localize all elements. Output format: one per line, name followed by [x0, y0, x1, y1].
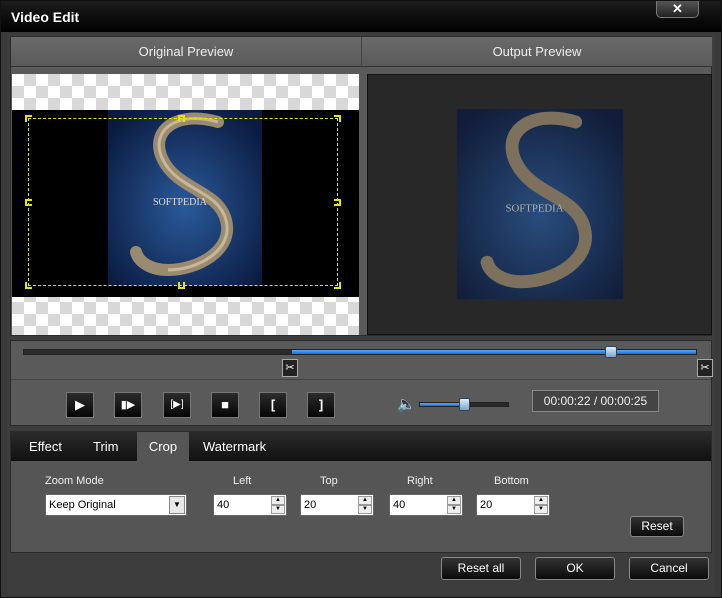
mark-out-button[interactable]: ]: [307, 392, 335, 418]
trim-end-scissors-icon[interactable]: ✂: [697, 359, 713, 377]
title-bar: Video Edit ✕: [1, 1, 721, 32]
right-crop-value: 40: [393, 499, 406, 511]
controls-divider: [11, 379, 711, 380]
right-label: Right: [407, 475, 433, 487]
reset-button[interactable]: Reset: [630, 516, 684, 537]
tab-trim[interactable]: Trim: [93, 432, 119, 461]
left-crop-field[interactable]: 40 ▲ ▼: [213, 494, 287, 516]
crop-handle-top-mid[interactable]: [178, 115, 185, 122]
zoom-mode-value: Keep Original: [49, 499, 116, 511]
volume-level: [420, 403, 464, 406]
play-button[interactable]: ▶: [66, 392, 94, 418]
close-button[interactable]: ✕: [656, 1, 699, 18]
bottom-label: Bottom: [494, 475, 529, 487]
zoom-mode-select[interactable]: Keep Original ▼: [45, 494, 187, 516]
crop-handle-bottom-right[interactable]: [334, 282, 341, 289]
window-title: Video Edit: [11, 9, 80, 25]
crop-handle-top-right[interactable]: [334, 115, 341, 122]
right-crop-field[interactable]: 40 ▲ ▼: [389, 494, 463, 516]
preview-panel: Original Preview Output Preview SOFTPEDI…: [10, 36, 712, 336]
crop-selection-box[interactable]: [25, 115, 341, 289]
tab-effect[interactable]: Effect: [29, 432, 62, 461]
timeline-selection: [292, 350, 696, 354]
crop-handle-mid-right[interactable]: [334, 199, 341, 206]
crop-handle-top-left[interactable]: [25, 115, 32, 122]
playback-controls-panel: ✂ ✂ ▶ ▮▶ [▶] ■ [ ] 🔈 00:00:22 / 00:00:25: [10, 340, 713, 426]
crop-handle-mid-left[interactable]: [25, 199, 32, 206]
right-crop-stepper[interactable]: ▲ ▼: [447, 496, 461, 514]
edit-tabs-panel: Effect Trim Crop Watermark Zoom Mode Kee…: [10, 431, 712, 553]
top-crop-value: 20: [304, 499, 317, 511]
reset-all-button[interactable]: Reset all: [441, 557, 521, 580]
tab-crop[interactable]: Crop: [137, 432, 189, 461]
volume-icon[interactable]: 🔈: [397, 395, 416, 413]
mark-in-button[interactable]: [: [259, 392, 287, 418]
original-video-frame: SOFTPEDIA: [12, 110, 359, 297]
output-watermark-text: SOFTPEDIA: [505, 203, 563, 215]
top-crop-field[interactable]: 20 ▲ ▼: [300, 494, 374, 516]
bottom-crop-value: 20: [480, 499, 493, 511]
bottom-crop-stepper[interactable]: ▲ ▼: [534, 496, 548, 514]
original-preview-header: Original Preview: [11, 37, 362, 67]
timeline-slider[interactable]: [23, 346, 697, 358]
video-edit-window: Video Edit ✕ Original Preview Output Pre…: [0, 0, 722, 598]
output-preview-header: Output Preview: [362, 37, 712, 67]
bottom-crop-field[interactable]: 20 ▲ ▼: [476, 494, 550, 516]
chevron-down-icon[interactable]: ▼: [169, 496, 185, 514]
time-display: 00:00:22 / 00:00:25: [532, 390, 659, 412]
zoom-mode-label: Zoom Mode: [45, 475, 104, 487]
crop-handle-bottom-left[interactable]: [25, 282, 32, 289]
volume-thumb[interactable]: [459, 398, 470, 411]
left-crop-stepper[interactable]: ▲ ▼: [271, 496, 285, 514]
volume-slider[interactable]: [419, 398, 509, 411]
top-label: Top: [320, 475, 338, 487]
top-crop-stepper[interactable]: ▲ ▼: [358, 496, 372, 514]
crop-handle-bottom-mid[interactable]: [178, 282, 185, 289]
output-preview: SOFTPEDIA: [367, 74, 712, 335]
original-preview: SOFTPEDIA: [12, 74, 359, 335]
window-content: Original Preview Output Preview SOFTPEDI…: [7, 34, 715, 595]
trim-start-scissors-icon[interactable]: ✂: [282, 359, 298, 377]
stop-button[interactable]: ■: [211, 392, 239, 418]
tab-bar: Effect Trim Crop Watermark: [11, 432, 711, 461]
play-clip-button[interactable]: [▶]: [163, 392, 191, 418]
left-crop-value: 40: [217, 499, 230, 511]
output-video-image: SOFTPEDIA: [456, 109, 624, 299]
step-forward-button[interactable]: ▮▶: [114, 392, 142, 418]
left-label: Left: [233, 475, 252, 487]
tab-watermark[interactable]: Watermark: [203, 432, 266, 461]
timeline-thumb[interactable]: [605, 346, 617, 358]
ok-button[interactable]: OK: [535, 557, 615, 580]
cancel-button[interactable]: Cancel: [629, 557, 709, 580]
